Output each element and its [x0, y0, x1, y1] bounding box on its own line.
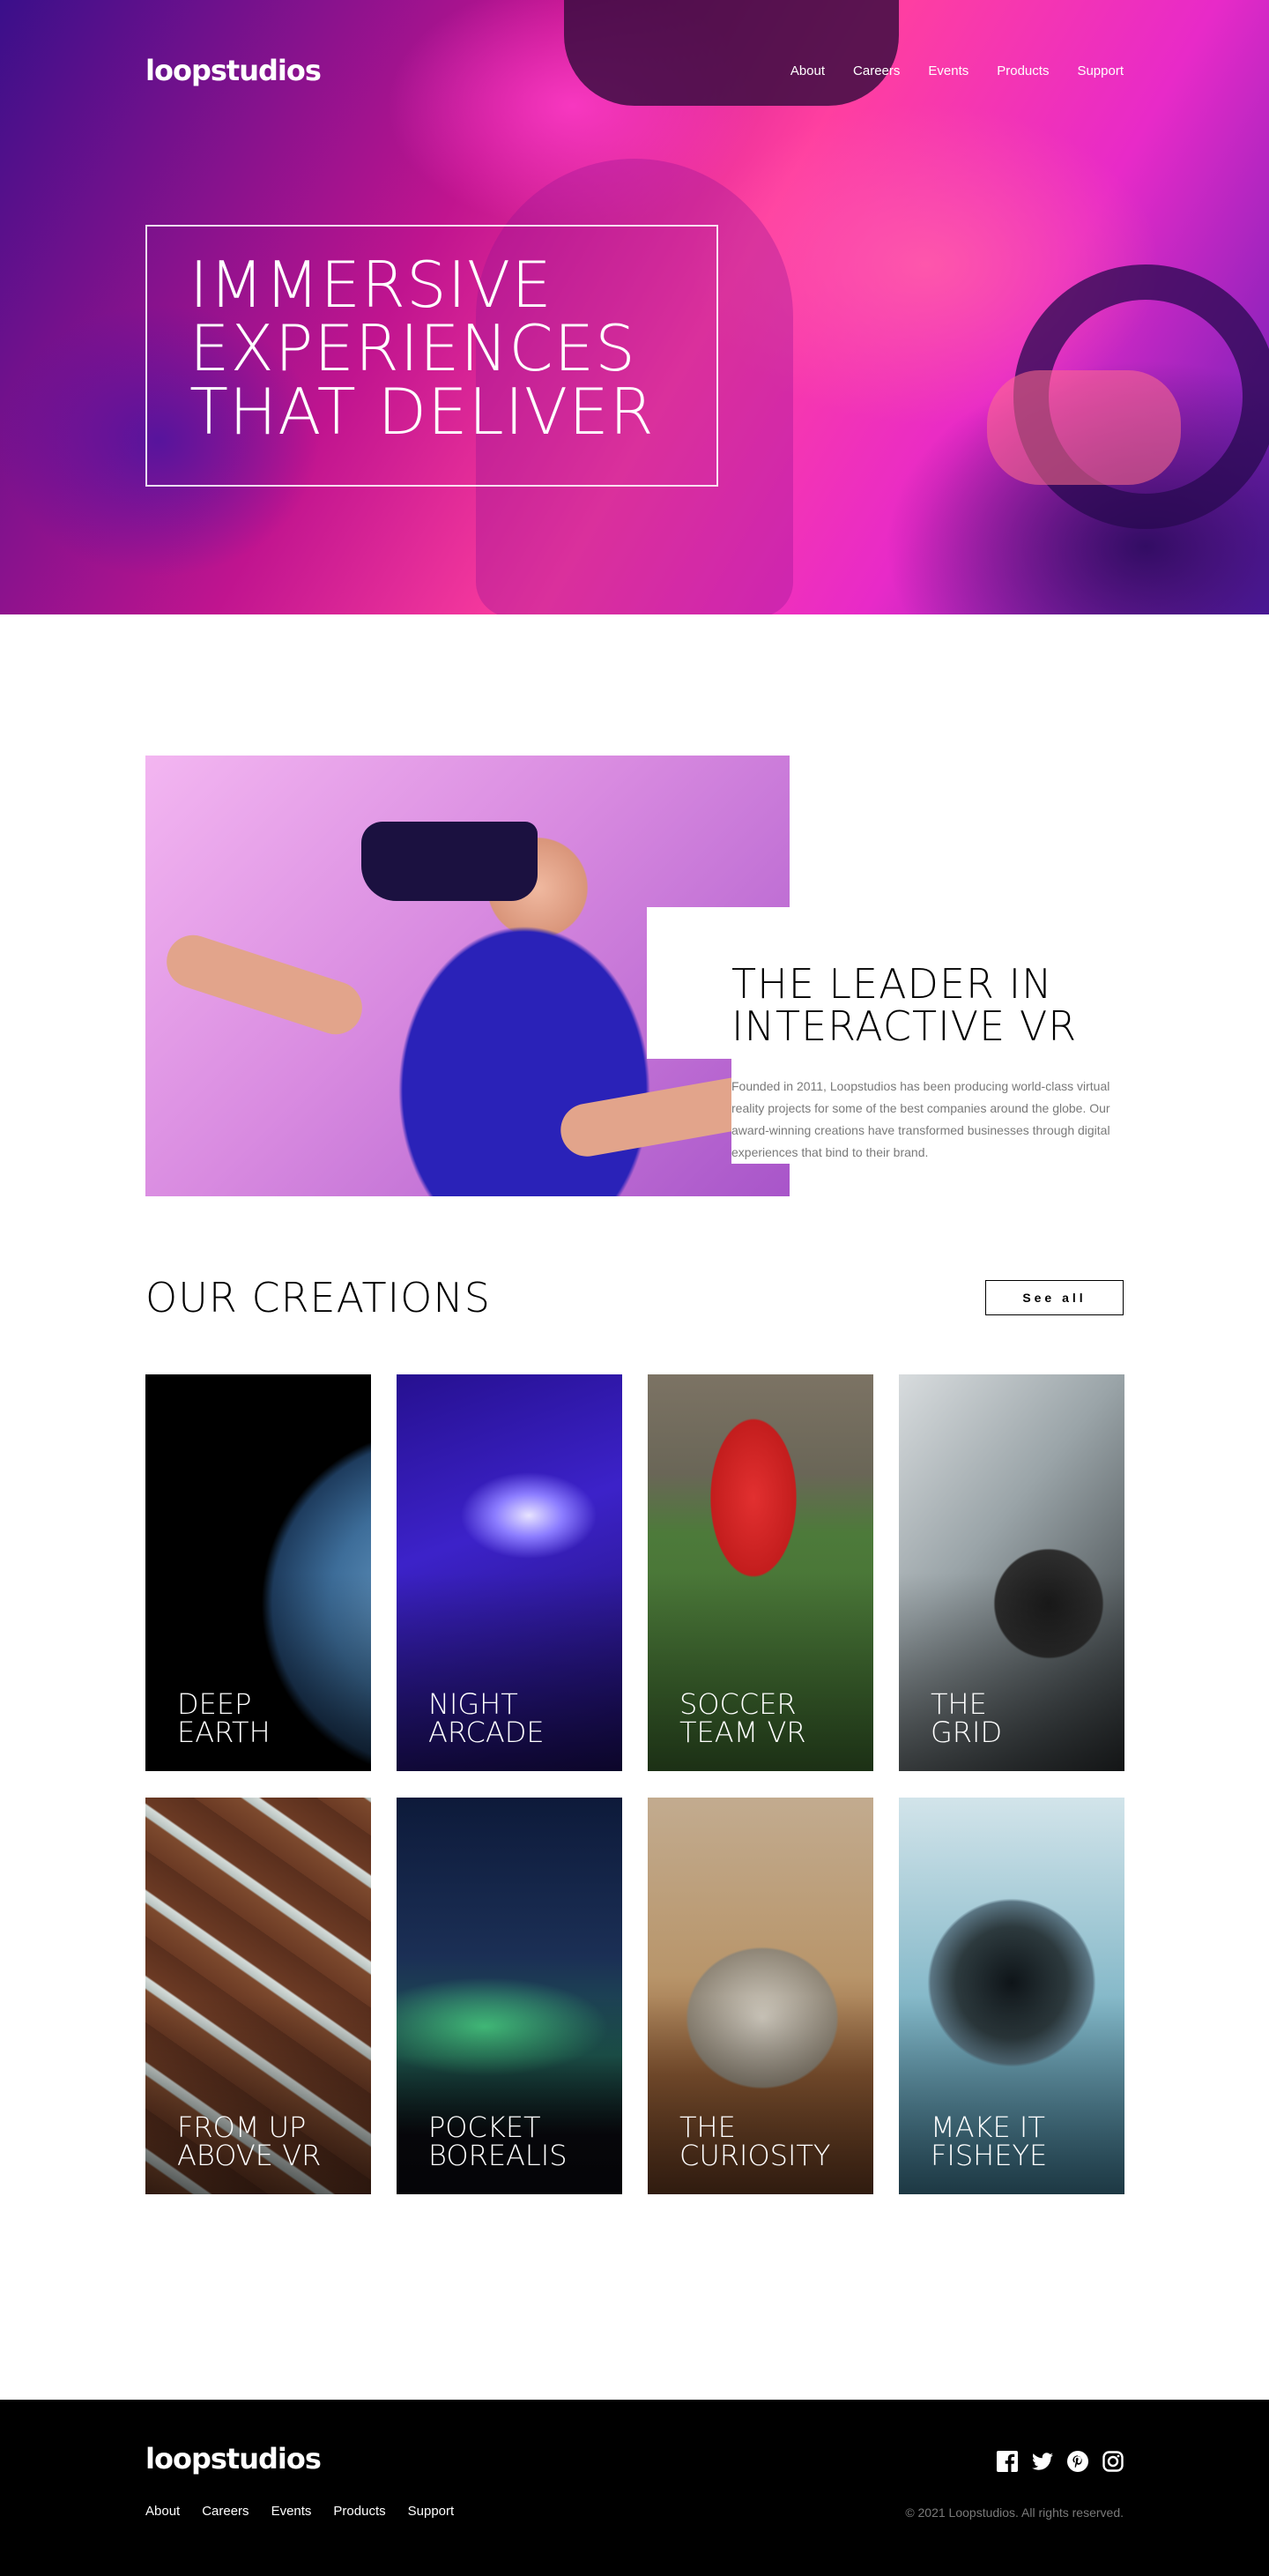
footer-link-careers[interactable]: Careers [202, 2504, 249, 2519]
footer-link-events[interactable]: Events [271, 2504, 312, 2519]
creation-title: Soccer Team VR [679, 1687, 806, 1749]
nav-link-about[interactable]: About [790, 63, 825, 78]
footer-links: About Careers Events Products Support [145, 2504, 454, 2519]
instagram-icon[interactable] [1102, 2451, 1124, 2472]
creation-card-pocket-borealis[interactable]: Pocket Borealis [397, 1798, 622, 2194]
creation-title: The Curiosity [679, 2111, 831, 2172]
hero-title-box: Immersive experiences that deliver [145, 225, 718, 487]
creations-grid: Deep Earth Night Arcade Soccer Team VR T… [145, 1374, 1124, 2194]
creation-card-the-curiosity[interactable]: The Curiosity [648, 1798, 873, 2194]
leader-paragraph: Founded in 2011, Loopstudios has been pr… [731, 1079, 1110, 1159]
creation-title: Deep Earth [177, 1687, 271, 1749]
nav-link-careers[interactable]: Careers [853, 63, 900, 78]
creation-title: Make it fisheye [931, 2111, 1048, 2172]
footer-link-about[interactable]: About [145, 2504, 180, 2519]
hero-title: Immersive experiences that deliver [189, 248, 655, 449]
creation-title: The Grid [931, 1687, 1003, 1749]
creation-card-soccer-team-vr[interactable]: Soccer Team VR [648, 1374, 873, 1771]
creation-card-the-grid[interactable]: The Grid [899, 1374, 1124, 1771]
main-nav: loopstudios About Careers Events Product… [145, 53, 1124, 88]
creation-card-deep-earth[interactable]: Deep Earth [145, 1374, 371, 1771]
creations-header: Our creations See all [145, 1274, 1124, 1322]
footer-logo[interactable]: loopstudios [145, 2442, 322, 2475]
creations-title: Our creations [145, 1274, 491, 1322]
creation-card-night-arcade[interactable]: Night Arcade [397, 1374, 622, 1771]
site-logo[interactable]: loopstudios [145, 54, 322, 87]
vr-headset [361, 822, 538, 901]
copyright-text: © 2021 Loopstudios. All rights reserved. [905, 2505, 1124, 2520]
hero-hand [987, 370, 1181, 485]
creation-title: Night Arcade [428, 1687, 545, 1749]
facebook-icon[interactable] [997, 2451, 1018, 2472]
hero-section: loopstudios About Careers Events Product… [0, 0, 1269, 614]
creations-section: Our creations See all Deep Earth Night A… [0, 1274, 1269, 2400]
leader-title: The leader in interactive VR [731, 960, 1078, 1050]
nav-link-support[interactable]: Support [1077, 63, 1124, 78]
creation-title: Pocket Borealis [428, 2111, 568, 2172]
creation-card-from-up-above-vr[interactable]: From up above VR [145, 1798, 371, 2194]
interactive-section: The leader in interactive VR Founded in … [0, 614, 1269, 1276]
footer-link-support[interactable]: Support [408, 2504, 455, 2519]
site-footer: loopstudios About Careers Events Product… [0, 2400, 1269, 2576]
vr-arm-left [160, 927, 369, 1042]
creation-title: From up above VR [177, 2111, 322, 2172]
twitter-icon[interactable] [1032, 2451, 1053, 2472]
pinterest-icon[interactable] [1067, 2451, 1088, 2472]
footer-link-products[interactable]: Products [333, 2504, 385, 2519]
see-all-button[interactable]: See all [985, 1280, 1124, 1315]
nav-link-events[interactable]: Events [928, 63, 968, 78]
leader-text-block: The leader in interactive VR Founded in … [731, 963, 1137, 1164]
social-links [997, 2451, 1124, 2472]
nav-links: About Careers Events Products Support [790, 63, 1124, 78]
creation-card-make-it-fisheye[interactable]: Make it fisheye [899, 1798, 1124, 2194]
nav-link-products[interactable]: Products [997, 63, 1049, 78]
